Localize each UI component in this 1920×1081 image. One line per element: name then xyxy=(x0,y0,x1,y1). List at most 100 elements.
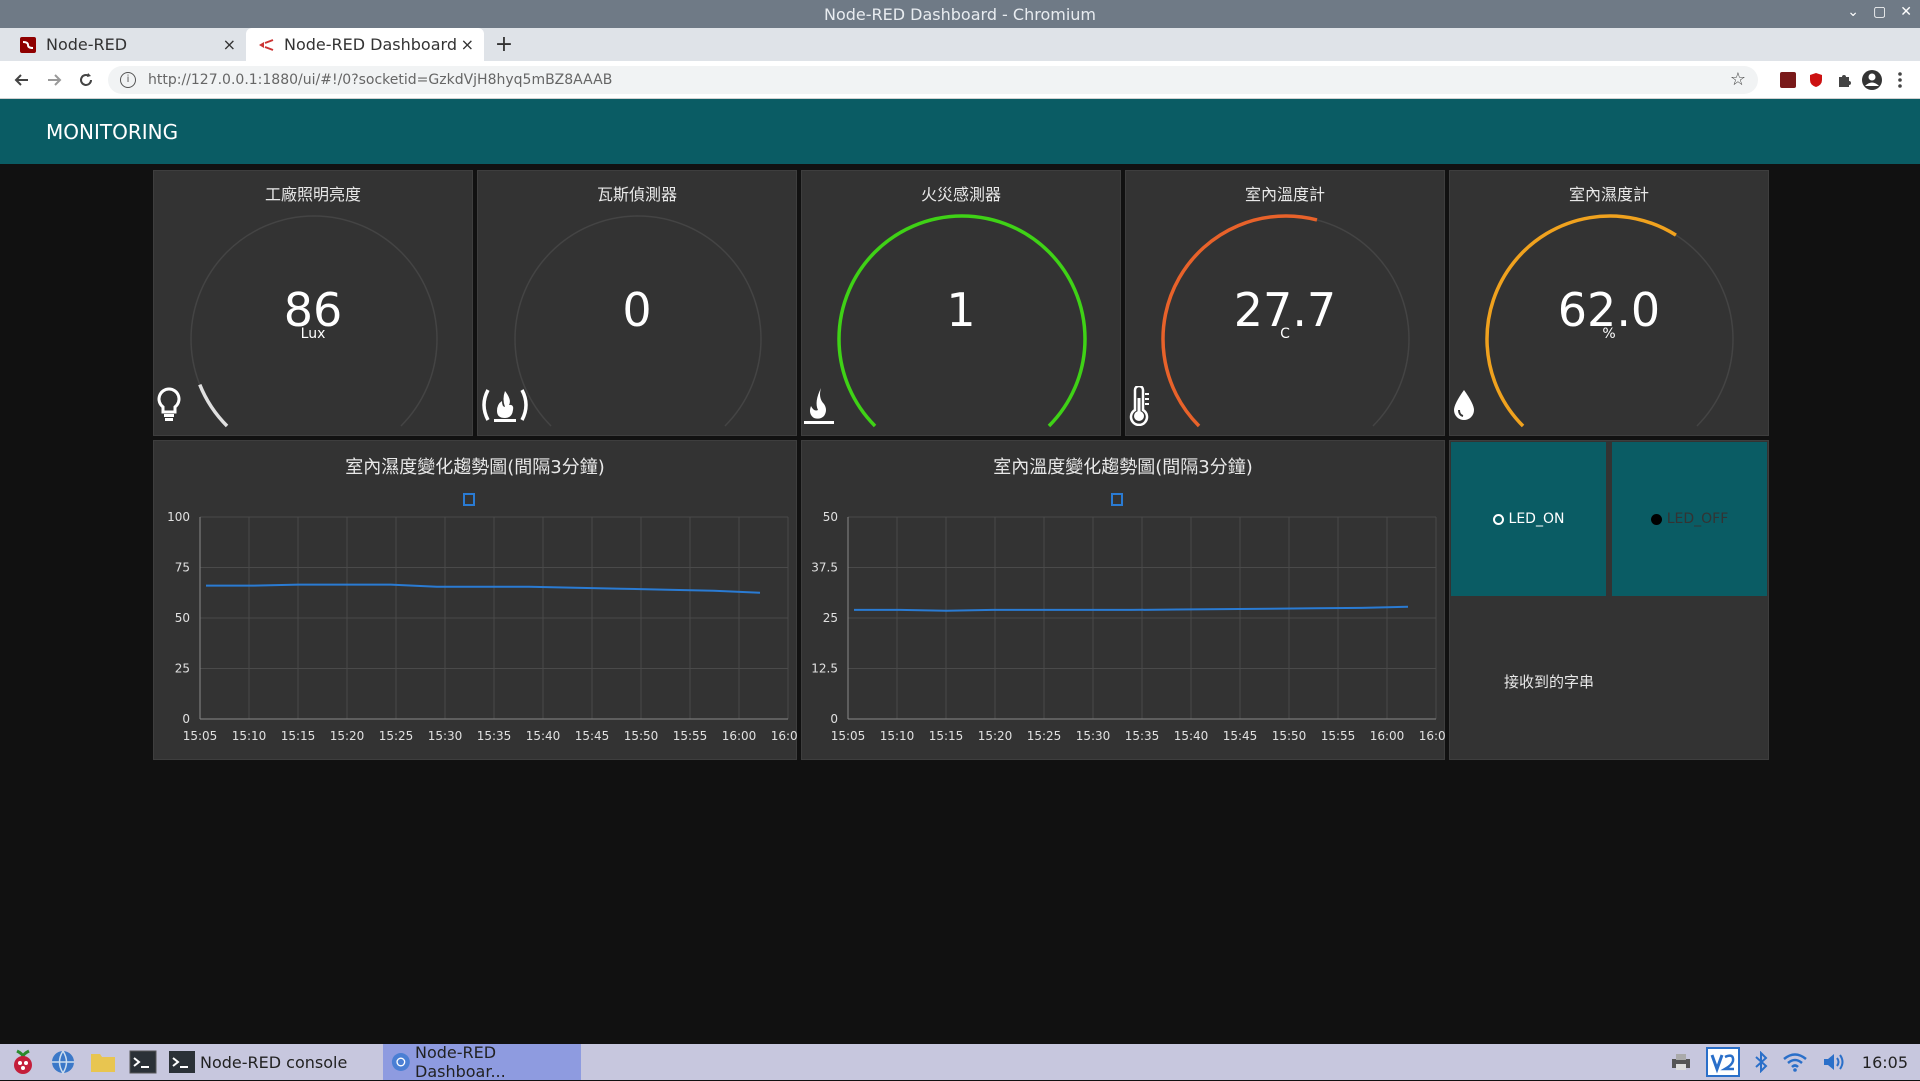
x-tick-label: 15:10 xyxy=(232,729,267,743)
reload-icon xyxy=(80,72,92,86)
address-bar[interactable]: i http://127.0.0.1:1880/ui/#!/0?socketid… xyxy=(108,65,1758,94)
tab-close-icon[interactable]: × xyxy=(223,35,236,54)
url-text: http://127.0.0.1:1880/ui/#!/0?socketid=G… xyxy=(148,71,613,88)
series-line xyxy=(854,605,1409,612)
new-tab-button[interactable]: + xyxy=(484,28,524,61)
tab-close-icon[interactable]: × xyxy=(461,35,474,54)
dashboard-favicon-icon xyxy=(258,37,274,53)
chromium-icon xyxy=(392,1053,411,1071)
led-off-status-icon xyxy=(1650,513,1662,525)
y-tick-label: 100 xyxy=(167,510,190,524)
x-tick-label: 15:35 xyxy=(477,729,512,743)
gauge-value: 0 xyxy=(622,283,652,337)
y-tick-label: 0 xyxy=(830,712,838,726)
gauge-value: 1 xyxy=(946,283,976,337)
x-tick-label: 15:30 xyxy=(428,729,463,743)
x-tick-label: 15:15 xyxy=(281,729,316,743)
ublock-shield-icon[interactable] xyxy=(1802,66,1830,94)
x-tick-label: 16:06 xyxy=(771,729,798,743)
humidity-trend-chart: 室內濕度變化趨勢圖(間隔3分鐘) 100 75 50 25 0 15:05 15:10 15:… xyxy=(153,440,798,760)
window-title: Node-RED Dashboard - Chromium xyxy=(824,4,1096,24)
chart-plot: 50 37.5 25 12.5 0 15:05 15:10 15:15 15:20 15:25 15… xyxy=(811,510,1446,743)
profile-avatar-icon[interactable] xyxy=(1858,66,1886,94)
tab-strip: Node-RED × Node-RED Dashboard × + xyxy=(0,28,1920,61)
file-manager-folder-icon[interactable] xyxy=(86,1046,120,1078)
x-tick-label: 15:10 xyxy=(880,729,915,743)
reload-button[interactable] xyxy=(70,64,102,96)
gauge-unit: % xyxy=(1602,326,1616,342)
forward-button[interactable] xyxy=(38,64,70,96)
x-tick-label: 15:20 xyxy=(978,729,1013,743)
close-window-button[interactable]: ✕ xyxy=(1900,4,1912,20)
window-titlebar: Node-RED Dashboard - Chromium ⌄ ▢ ✕ xyxy=(0,0,1920,28)
gauge-level xyxy=(198,383,229,428)
x-tick-label: 16:00 xyxy=(722,729,757,743)
x-tick-label: 15:55 xyxy=(673,729,708,743)
chart-plot: 100 75 50 25 0 15:05 15:10 15:15 15:20 15:25 15:30… xyxy=(167,510,798,743)
task-label: Node-RED console xyxy=(200,1052,348,1072)
led-on-label: LED_ON xyxy=(1508,511,1565,527)
taskbar: Node-RED console Node-RED Dashboar... 16… xyxy=(0,1043,1920,1081)
y-tick-label: 25 xyxy=(823,611,838,625)
back-button[interactable] xyxy=(6,64,38,96)
y-tick-label: 0 xyxy=(182,712,190,726)
y-tick-label: 50 xyxy=(175,611,190,625)
led-off-button[interactable]: LED_OFF xyxy=(1612,442,1767,596)
tab-node-red-dashboard[interactable]: Node-RED Dashboard × xyxy=(246,28,484,61)
x-tick-label: 15:40 xyxy=(1174,729,1209,743)
raspberry-menu-icon[interactable] xyxy=(6,1046,40,1078)
printer-icon[interactable] xyxy=(1670,1052,1692,1072)
site-info-icon[interactable]: i xyxy=(120,71,136,88)
x-tick-label: 15:20 xyxy=(330,729,365,743)
x-tick-label: 15:50 xyxy=(624,729,659,743)
wifi-icon[interactable] xyxy=(1782,1052,1808,1072)
dashboard-title: MONITORING xyxy=(46,119,179,144)
dashboard-header: MONITORING xyxy=(0,99,1920,164)
y-tick-label: 12.5 xyxy=(811,662,838,676)
terminal-icon[interactable] xyxy=(126,1046,160,1078)
task-node-red-dashboard[interactable]: Node-RED Dashboar... xyxy=(383,1043,582,1081)
browser-menu-icon[interactable] xyxy=(1886,66,1914,94)
gauge-card-temperature: 室內溫度計 27.7 C xyxy=(1125,170,1445,436)
window-controls: ⌄ ▢ ✕ xyxy=(1847,4,1912,20)
led-off-label: LED_OFF xyxy=(1666,511,1729,527)
web-browser-globe-icon[interactable] xyxy=(46,1046,80,1078)
gauge-card-fire: 火災感測器 1 xyxy=(801,170,1121,436)
gauge-card-gas: 瓦斯偵測器 0 xyxy=(477,170,797,436)
x-tick-label: 15:45 xyxy=(1223,729,1258,743)
node-red-favicon-icon xyxy=(20,36,36,53)
led-on-button[interactable]: LED_ON xyxy=(1451,442,1606,596)
extensions-puzzle-icon[interactable] xyxy=(1830,66,1858,94)
x-tick-label: 15:35 xyxy=(1125,729,1160,743)
series-line xyxy=(206,583,761,594)
received-string-label: 接收到的字串 xyxy=(1504,673,1595,691)
vnc-icon[interactable] xyxy=(1705,1047,1740,1077)
x-tick-label: 16:06 xyxy=(1419,729,1446,743)
y-tick-label: 50 xyxy=(823,510,838,524)
clock[interactable]: 16:05 xyxy=(1862,1053,1908,1072)
tab-label: Node-RED Dashboard xyxy=(284,35,457,54)
system-tray: 16:05 xyxy=(1670,1047,1920,1077)
extension-red-icon[interactable] xyxy=(1774,66,1802,94)
x-tick-label: 15:45 xyxy=(575,729,610,743)
maximize-button[interactable]: ▢ xyxy=(1873,4,1886,20)
x-tick-label: 15:55 xyxy=(1321,729,1356,743)
bookmark-star-icon[interactable]: ☆ xyxy=(1730,69,1746,90)
y-tick-label: 37.5 xyxy=(811,561,838,575)
bluetooth-icon[interactable] xyxy=(1754,1051,1768,1073)
volume-icon[interactable] xyxy=(1822,1052,1848,1072)
x-tick-label: 15:30 xyxy=(1076,729,1111,743)
terminal-icon xyxy=(169,1051,195,1073)
x-tick-label: 15:15 xyxy=(929,729,964,743)
led-on-status-icon xyxy=(1492,513,1504,525)
minimize-button[interactable]: ⌄ xyxy=(1847,4,1859,20)
task-node-red-console[interactable]: Node-RED console xyxy=(160,1044,355,1080)
gauge-unit: C xyxy=(1280,326,1290,342)
x-tick-label: 15:25 xyxy=(379,729,414,743)
gauge-card-lux: 工廠照明亮度 86 Lux xyxy=(153,170,473,436)
task-label: Node-RED Dashboar... xyxy=(415,1043,506,1081)
browser-toolbar: i http://127.0.0.1:1880/ui/#!/0?socketid… xyxy=(0,61,1920,99)
tab-node-red[interactable]: Node-RED × xyxy=(8,28,246,61)
tab-label: Node-RED xyxy=(46,35,128,54)
arrow-left-icon xyxy=(14,73,28,86)
